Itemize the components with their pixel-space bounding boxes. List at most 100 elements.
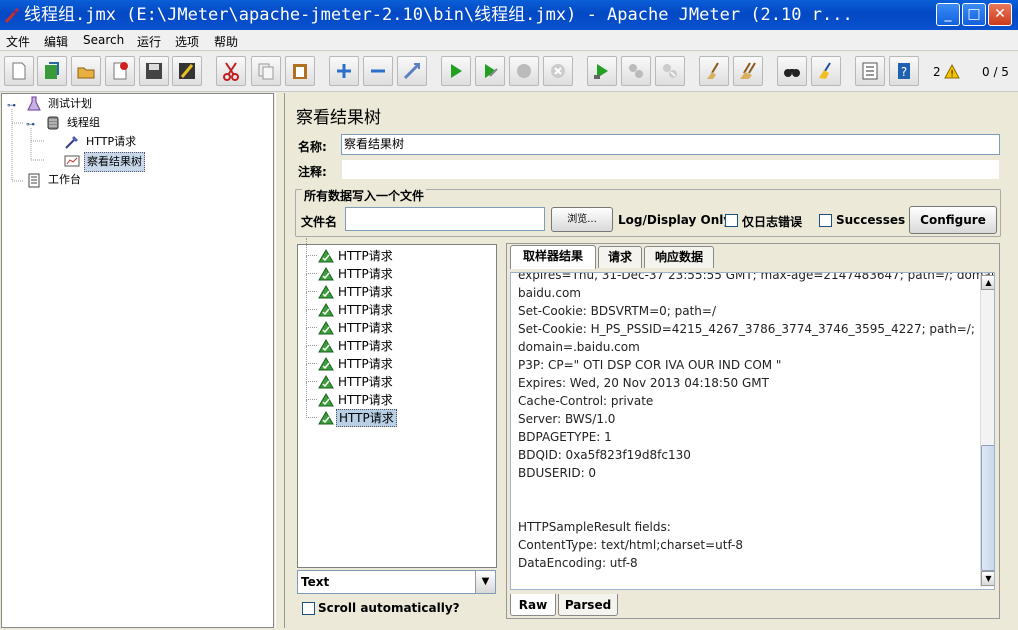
errors-only-label: 仅日志错误	[742, 215, 803, 229]
tab-sampler-result[interactable]: 取样器结果	[510, 245, 596, 269]
comment-field[interactable]	[341, 159, 1000, 180]
menu-search[interactable]: Search	[83, 33, 124, 47]
start-no-pause-button[interactable]	[475, 56, 505, 86]
name-field[interactable]: 察看结果树	[341, 134, 1000, 155]
tab-parsed[interactable]: Parsed	[558, 594, 618, 616]
open-button[interactable]	[71, 56, 101, 86]
menu-edit[interactable]: 编辑	[44, 33, 68, 50]
maximize-button[interactable]: □	[962, 3, 986, 26]
open-icon	[77, 67, 95, 79]
response-line: Server: BWS/1.0	[518, 412, 616, 426]
save-icon	[146, 63, 162, 79]
chevron-down-icon[interactable]: ▼	[475, 571, 495, 593]
response-line: DataEncoding: utf-8	[518, 556, 638, 570]
new-button[interactable]	[4, 56, 34, 86]
save-button[interactable]	[139, 56, 169, 86]
close-icon	[113, 62, 128, 80]
errors-only-checkbox[interactable]	[725, 214, 738, 227]
copy-button[interactable]	[251, 56, 281, 86]
renderer-select[interactable]: Text ▼	[297, 570, 496, 594]
vertical-scrollbar[interactable]: ▲ ▼	[980, 275, 994, 587]
error-count: 2	[933, 65, 941, 79]
result-tabs: 取样器结果 请求 响应数据 expires=Thu, 31-Dec-37 23:…	[506, 243, 1000, 619]
svg-text:!: !	[950, 70, 954, 80]
successes-checkbox[interactable]	[819, 214, 832, 227]
active-threads: 0 / 5	[982, 65, 1009, 79]
jmeter-feather-icon	[4, 7, 20, 23]
sampler-result-text[interactable]: expires=Thu, 31-Dec-37 23:55:55 GMT; max…	[510, 272, 995, 590]
cut-button[interactable]	[216, 56, 246, 86]
start-icon	[451, 64, 462, 78]
new-icon	[12, 62, 26, 80]
save-as-button[interactable]	[172, 56, 202, 86]
response-line: Expires: Wed, 20 Nov 2013 04:18:50 GMT	[518, 376, 769, 390]
reset-search-icon	[819, 62, 831, 79]
menu-run[interactable]: 运行	[137, 33, 161, 50]
templates-button[interactable]	[37, 56, 67, 86]
function-helper-icon	[862, 62, 878, 80]
menu-bar: 文件 编辑 Search 运行 选项 帮助	[0, 30, 1018, 51]
remote-start-all-button[interactable]	[587, 56, 617, 86]
response-line: HTTPSampleResult fields:	[518, 520, 671, 534]
response-line: BDPAGETYPE: 1	[518, 430, 612, 444]
response-line: BDUSERID: 0	[518, 466, 597, 480]
window-titlebar: 线程组.jmx (E:\JMeter\apache-jmeter-2.10\bi…	[0, 0, 1018, 30]
listener-chart-icon	[64, 155, 80, 167]
tab-raw[interactable]: Raw	[510, 594, 556, 616]
browse-button[interactable]: 浏览...	[551, 207, 613, 232]
expand-all-button[interactable]	[329, 56, 359, 86]
close-file-button[interactable]	[105, 56, 135, 86]
response-line: baidu.com	[518, 286, 581, 300]
function-helper-button[interactable]	[855, 56, 885, 86]
tab-response-data[interactable]: 响应数据	[644, 246, 714, 268]
remote-shutdown-all-button[interactable]	[655, 56, 685, 86]
success-triangle-icon	[318, 303, 334, 317]
filename-field[interactable]	[345, 207, 545, 231]
help-button[interactable]: ?	[889, 56, 919, 86]
shutdown-button[interactable]	[543, 56, 573, 86]
thread-group-spool-icon	[47, 116, 59, 130]
toggle-button[interactable]	[397, 56, 427, 86]
start-button[interactable]	[441, 56, 471, 86]
remote-stop-all-button[interactable]	[621, 56, 651, 86]
tab-request[interactable]: 请求	[598, 246, 642, 268]
test-plan-tree: ⊶ 测试计划 ⊶ 线程组 HTTP请求 察看结果树 工作台	[1, 93, 274, 628]
tree-expand-toggle[interactable]: ⊶	[7, 96, 16, 114]
success-triangle-icon	[318, 339, 334, 353]
success-triangle-icon	[318, 285, 334, 299]
tree-expand-toggle[interactable]: ⊶	[26, 115, 35, 133]
toolbar: ? 2 ! 0 / 5	[0, 52, 1018, 92]
split-pane-divider[interactable]	[275, 93, 285, 628]
clear-button[interactable]	[699, 56, 729, 86]
paste-button[interactable]	[285, 56, 315, 86]
reset-search-button[interactable]	[811, 56, 841, 86]
copy-icon	[258, 63, 274, 80]
menu-file[interactable]: 文件	[6, 33, 30, 50]
scroll-automatically-label: Scroll automatically?	[318, 601, 460, 615]
expand-icon	[337, 64, 351, 78]
configure-button[interactable]: Configure	[909, 206, 997, 234]
stop-button[interactable]	[509, 56, 539, 86]
toggle-icon	[403, 62, 421, 80]
close-window-button[interactable]: ✕	[988, 3, 1012, 26]
shutdown-icon	[551, 64, 565, 78]
success-triangle-icon	[318, 249, 334, 263]
window-title: 线程组.jmx (E:\JMeter\apache-jmeter-2.10\bi…	[24, 5, 853, 25]
scroll-automatically-checkbox[interactable]	[302, 602, 315, 615]
scroll-down-icon[interactable]: ▼	[981, 571, 994, 586]
menu-options[interactable]: 选项	[175, 33, 199, 50]
clear-all-button[interactable]	[733, 56, 763, 86]
filename-label: 文件名	[301, 215, 338, 229]
menu-help[interactable]: 帮助	[214, 33, 238, 50]
sampler-pipette-icon	[65, 136, 78, 149]
sample-results-tree: HTTP请求 HTTP请求 HTTP请求 HTTP请求 HTTP请求 HTTP请…	[297, 238, 497, 568]
warning-icon[interactable]: !	[944, 64, 960, 79]
search-button[interactable]	[777, 56, 807, 86]
scroll-thumb[interactable]	[981, 445, 994, 571]
scroll-up-icon[interactable]: ▲	[981, 275, 994, 290]
remote-start-icon	[594, 64, 608, 79]
collapse-all-button[interactable]	[363, 56, 393, 86]
panel-title: 察看结果树	[296, 108, 381, 128]
minimize-button[interactable]: _	[936, 3, 960, 26]
save-as-icon	[179, 63, 195, 79]
